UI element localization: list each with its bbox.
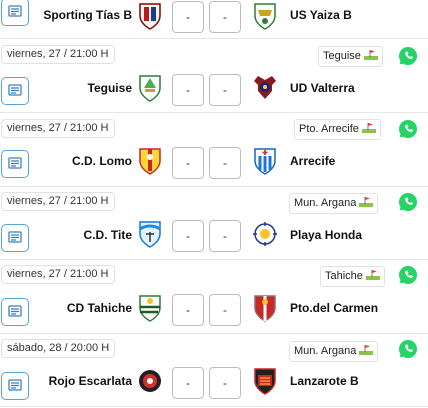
match-notes-button[interactable] [1, 372, 29, 400]
whatsapp-icon[interactable] [398, 119, 418, 139]
match-date: viernes, 27 / 21:00 H [1, 265, 115, 284]
venue-label: Mun. Argana [294, 345, 357, 357]
match-row: Sporting Tías B - - US Yaiza B [0, 0, 428, 40]
pto-del-carmen-crest-icon [254, 295, 276, 322]
note-icon [8, 305, 22, 317]
arrecife-crest-icon [254, 148, 276, 175]
teguise-crest-icon [139, 75, 161, 102]
whatsapp-icon[interactable] [398, 265, 418, 285]
venue-label: Pto. Arrecife [299, 123, 359, 135]
ud-valterra-crest-icon [254, 76, 276, 99]
row-divider [0, 38, 428, 39]
cd-lomo-crest-icon [139, 148, 161, 175]
row-divider [0, 186, 428, 187]
away-score-box[interactable]: - [209, 220, 241, 252]
row-divider [0, 406, 428, 407]
row-divider [0, 259, 428, 260]
rojo-escarlata-crest-icon [139, 370, 161, 392]
match-date: viernes, 27 / 21:00 H [1, 45, 115, 64]
away-score-box[interactable]: - [209, 367, 241, 399]
home-team-name: C.D. Tite [83, 228, 132, 242]
soccer-field-icon [359, 197, 374, 207]
away-team-name: Playa Honda [290, 228, 363, 242]
match-date: viernes, 27 / 21:00 H [1, 119, 115, 138]
match-notes-button[interactable] [1, 150, 29, 178]
venue-label: Teguise [323, 50, 361, 62]
venue-label: Tahiche [325, 270, 363, 282]
venue-button[interactable]: Pto. Arrecife [294, 119, 381, 140]
whatsapp-icon[interactable] [398, 46, 418, 66]
match-notes-button[interactable] [1, 298, 29, 326]
home-score-box[interactable]: - [172, 74, 204, 106]
venue-button[interactable]: Mun. Argana [289, 193, 379, 214]
soccer-field-icon [365, 270, 380, 280]
cd-tahiche-crest-icon [139, 295, 161, 322]
row-divider [0, 333, 428, 334]
away-team-name: US Yaiza B [290, 8, 352, 22]
away-score-box[interactable]: - [209, 147, 241, 179]
venue-button[interactable]: Tahiche [320, 266, 385, 287]
cd-tite-crest-icon [139, 221, 161, 248]
home-team-name: Sporting Tías B [43, 8, 132, 22]
match-notes-button[interactable] [1, 0, 29, 26]
away-score-box[interactable]: - [209, 294, 241, 326]
us-yaiza-crest-icon [254, 3, 276, 30]
soccer-field-icon [363, 50, 378, 60]
venue-button[interactable]: Teguise [318, 46, 383, 67]
away-team-name: UD Valterra [290, 81, 355, 95]
whatsapp-icon[interactable] [398, 192, 418, 212]
note-icon [8, 379, 22, 391]
soccer-field-icon [361, 123, 376, 133]
home-team-name: Teguise [87, 81, 132, 95]
match-notes-button[interactable] [1, 77, 29, 105]
home-team-name: C.D. Lomo [72, 154, 132, 168]
home-score-box[interactable]: - [172, 147, 204, 179]
venue-button[interactable]: Mun. Argana [289, 341, 379, 362]
playa-honda-crest-icon [253, 222, 277, 246]
home-score-box[interactable]: - [172, 220, 204, 252]
note-icon [8, 231, 22, 243]
venue-label: Mun. Argana [294, 197, 357, 209]
home-team-name: CD Tahiche [66, 301, 132, 315]
note-icon [8, 157, 22, 169]
match-notes-button[interactable] [1, 224, 29, 252]
home-team-name: Rojo Escarlata [48, 374, 132, 388]
home-score-box[interactable]: - [172, 1, 204, 33]
whatsapp-icon[interactable] [398, 339, 418, 359]
away-score-box[interactable]: - [209, 1, 241, 33]
sporting-tias-crest-icon [139, 3, 161, 30]
note-icon [8, 84, 22, 96]
match-date: viernes, 27 / 21:00 H [1, 192, 115, 211]
note-icon [8, 5, 22, 17]
row-divider [0, 112, 428, 113]
match-date: sábado, 28 / 20:00 H [1, 339, 116, 358]
away-team-name: Arrecife [290, 154, 336, 168]
soccer-field-icon [359, 345, 374, 355]
lanzarote-b-crest-icon [254, 368, 276, 395]
away-team-name: Lanzarote B [290, 374, 359, 388]
home-score-box[interactable]: - [172, 367, 204, 399]
away-team-name: Pto.del Carmen [290, 301, 379, 315]
home-score-box[interactable]: - [172, 294, 204, 326]
away-score-box[interactable]: - [209, 74, 241, 106]
